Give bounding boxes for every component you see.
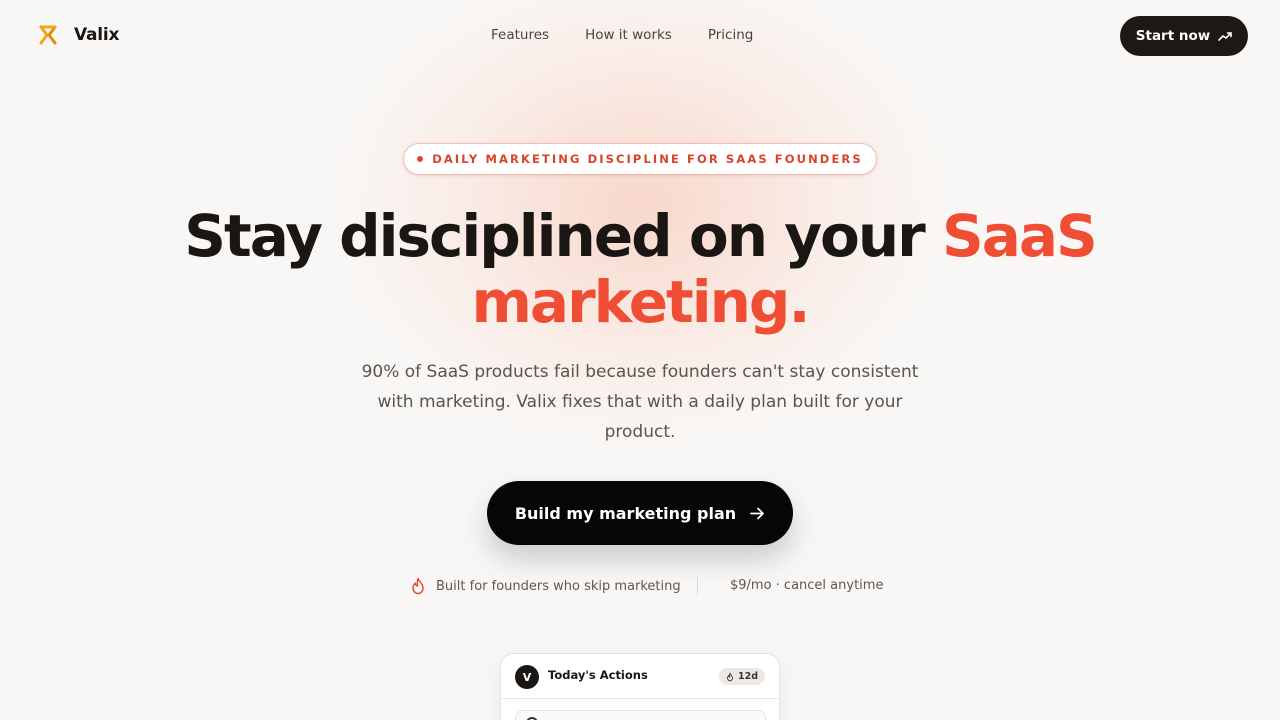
start-now-button[interactable]: Start now — [1120, 16, 1248, 56]
brand-logo[interactable]: Valix — [38, 24, 120, 46]
headline-accent-marketing: marketing. — [471, 268, 811, 336]
action-item[interactable] — [515, 710, 766, 720]
hero-badge: DAILY MARKETING DISCIPLINE FOR SAAS FOUN… — [404, 144, 876, 174]
headline-accent-saas: SaaS — [941, 202, 1098, 270]
meta-pricing-text: $9/mo · cancel anytime — [730, 578, 884, 593]
nav-link-pricing[interactable]: Pricing — [708, 27, 754, 43]
streak-text: 12d — [737, 671, 759, 682]
nav-links: Features How it works Pricing — [491, 27, 789, 43]
build-plan-button[interactable]: Build my marketing plan — [487, 481, 793, 545]
meta-founders: Built for founders who skip marketing — [410, 577, 681, 595]
trending-up-icon — [1218, 32, 1233, 41]
headline-text: Stay disciplined on your — [184, 202, 942, 270]
meta-divider — [697, 577, 698, 595]
flame-icon — [727, 672, 733, 681]
card-title: Today's Actions — [548, 668, 648, 682]
top-navigation: Valix Features How it works Pricing Star… — [0, 0, 1280, 72]
meta-founders-text: Built for founders who skip marketing — [436, 578, 681, 594]
flame-icon — [412, 577, 424, 595]
card-header: V Today's Actions 12d — [501, 654, 779, 699]
brand-name: Valix — [74, 25, 120, 45]
nav-link-how-it-works[interactable]: How it works — [585, 27, 672, 43]
hero-headline: Stay disciplined on your SaaS marketing. — [0, 203, 1280, 335]
todays-actions-preview-card: V Today's Actions 12d — [500, 653, 780, 720]
hero-meta-row: Built for founders who skip marketing $9… — [0, 577, 1280, 597]
start-now-label: Start now — [1135, 28, 1211, 44]
arrow-right-icon — [750, 507, 765, 519]
badge-dot — [417, 156, 424, 162]
nav-link-features[interactable]: Features — [491, 27, 549, 43]
build-plan-label: Build my marketing plan — [514, 503, 737, 523]
streak-badge: 12d — [719, 668, 765, 685]
avatar: V — [515, 665, 539, 689]
hero-subtext: 90% of SaaS products fail because founde… — [361, 362, 919, 442]
badge-text: DAILY MARKETING DISCIPLINE FOR SAAS FOUN… — [432, 152, 863, 166]
valix-logo-icon — [39, 25, 57, 45]
